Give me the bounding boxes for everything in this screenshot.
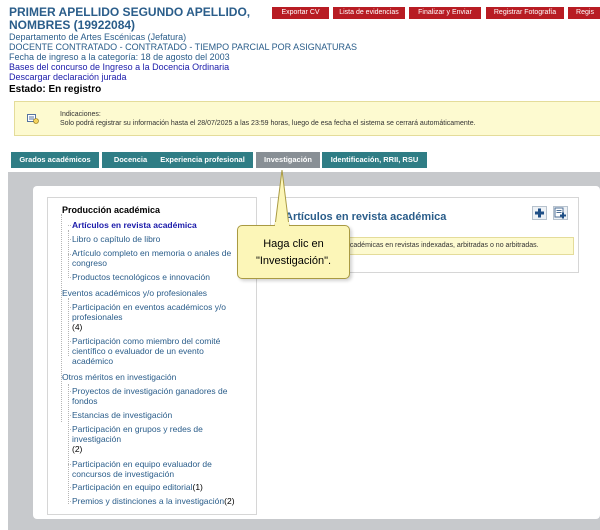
item-count-badge: (4): [72, 322, 83, 332]
evidence-list-button[interactable]: Lista de evidencias: [333, 7, 405, 19]
article-panel-title: Artículos en revista académica: [285, 211, 447, 223]
status-label: Estado: En registro: [9, 84, 102, 95]
item-count-badge: (2): [72, 444, 83, 454]
tooltip-line-1: Haga clic en: [263, 238, 324, 250]
position-label: DOCENTE CONTRATADO - CONTRATADO - TIEMPO…: [9, 42, 358, 52]
item-count-badge: (2): [224, 496, 235, 506]
tree-item-articulos-revista[interactable]: Artículos en revista académica: [72, 220, 247, 230]
tree-item-participacion-eventos[interactable]: Participación en eventos académicos y/o …: [72, 302, 247, 332]
tree-item-label: Participación en grupos y redes de inves…: [72, 424, 203, 444]
notice-text: Solo podrá registrar su información hast…: [60, 120, 476, 127]
tree-item-proyectos-investigacion[interactable]: Proyectos de investigación ganadores de …: [72, 386, 247, 406]
tree-item-label: Premios y distinciones a la investigació…: [72, 496, 225, 506]
notice-box: Indicaciones: Solo podrá registrar su in…: [14, 101, 600, 136]
tree-root-produccion-academica[interactable]: Producción académica: [62, 205, 160, 215]
tree-guide: [68, 239, 71, 240]
tree-item-articulo-memoria[interactable]: Artículo completo en memoria o anales de…: [72, 248, 257, 268]
profile-name: PRIMER APELLIDO SEGUNDO APELLIDO, NOMBRE…: [9, 5, 251, 32]
add-list-button[interactable]: [553, 206, 568, 220]
add-list-icon: [554, 207, 566, 219]
top-toolbar: Exportar CV Lista de evidencias Finaliza…: [272, 7, 600, 19]
tree-guide: [68, 254, 71, 255]
notice-title: Indicaciones:: [60, 111, 101, 118]
tree-guide: [68, 415, 71, 416]
finish-send-button[interactable]: Finalizar y Enviar: [409, 7, 481, 19]
tree-group-eventos[interactable]: Eventos académicos y/o profesionales: [62, 288, 252, 298]
declaration-link[interactable]: Descargar declaración jurada: [9, 72, 279, 82]
register-button[interactable]: Regis: [568, 7, 600, 19]
tree-item-equipo-evaluador[interactable]: Participación en equipo evaluador de con…: [72, 459, 247, 479]
tree-guide: [61, 214, 62, 422]
tree-guide: [68, 464, 71, 465]
tree-item-comite-cientifico[interactable]: Participación como miembro del comité ci…: [72, 336, 247, 366]
bases-link[interactable]: Bases del concurso de Ingreso a la Docen…: [9, 62, 279, 72]
add-button[interactable]: [532, 206, 547, 220]
info-icon: [27, 114, 39, 124]
profile-header: PRIMER APELLIDO SEGUNDO APELLIDO, NOMBRE…: [9, 5, 358, 96]
tree-item-equipo-editorial[interactable]: Participación en equipo editorial(1): [72, 482, 247, 492]
tree-guide: [68, 277, 71, 278]
tab-docencia[interactable]: Docencia: [102, 152, 159, 168]
entry-date-label: Fecha de ingreso a la categoría: 18 de a…: [9, 52, 230, 62]
department-label: Departamento de Artes Escénicas (Jefatur…: [9, 32, 187, 42]
tree-guide: [68, 429, 71, 430]
item-count-badge: (1): [192, 482, 203, 492]
tab-grados-academicos[interactable]: Grados académicos: [11, 152, 99, 168]
tooltip-pointer: [274, 169, 290, 227]
register-photo-button[interactable]: Registrar Fotografía: [486, 7, 564, 19]
export-cv-button[interactable]: Exportar CV: [272, 7, 329, 19]
tree-item-productos-tecnologicos[interactable]: Productos tecnológicos e innovación: [72, 272, 247, 282]
tab-investigacion[interactable]: Investigación: [256, 152, 320, 168]
tooltip-callout: Haga clic en "Investigación".: [237, 225, 350, 279]
tree-guide: [68, 225, 71, 226]
tree-item-label: Participación en equipo editorial: [72, 482, 193, 492]
tree-guide: [68, 307, 71, 308]
tab-experiencia-profesional[interactable]: Experiencia profesional: [152, 152, 253, 168]
plus-icon: [535, 208, 544, 218]
tree-guide: [68, 487, 71, 488]
tree-guide: [68, 391, 71, 392]
tree-item-grupos-redes[interactable]: Participación en grupos y redes de inves…: [72, 424, 247, 454]
tree-item-libro-capitulo[interactable]: Libro o capítulo de libro: [72, 234, 247, 244]
tree-guide: [68, 501, 71, 502]
tooltip-pointer-cover: [275, 222, 289, 228]
tree-guide: [68, 341, 71, 342]
tooltip-line-2: "Investigación".: [255, 255, 332, 267]
tree-item-label: Participación en eventos académicos y/o …: [72, 302, 227, 322]
tree-item-estancias[interactable]: Estancias de investigación: [72, 410, 247, 420]
tree-guide: [68, 384, 69, 504]
tree-group-otros-meritos[interactable]: Otros méritos en investigación: [62, 372, 252, 382]
tab-bar: Grados académicos Docencia Experiencia p…: [11, 152, 600, 168]
tab-identificacion[interactable]: Identificación, RRII, RSU: [322, 152, 427, 168]
tree-item-premios[interactable]: Premios y distinciones a la investigació…: [72, 496, 257, 506]
